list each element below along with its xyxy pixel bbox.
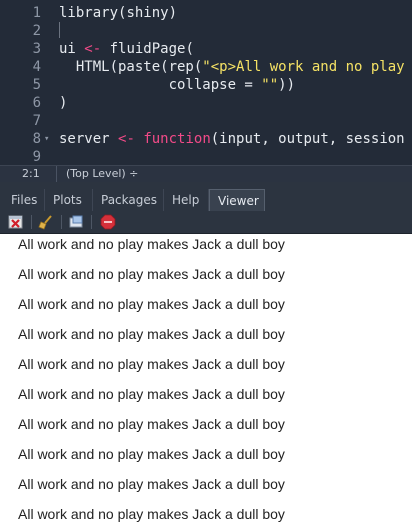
scope-selector[interactable]: (Top Level) ÷ bbox=[66, 167, 138, 180]
code-token: HTML(paste(rep( bbox=[59, 59, 203, 75]
toolbar-separator bbox=[91, 215, 92, 229]
code-token: fluidPage( bbox=[101, 41, 194, 57]
code-line[interactable]: 2 bbox=[0, 22, 412, 40]
line-number: 8 bbox=[32, 131, 41, 147]
code-text: ui <- fluidPage( bbox=[59, 40, 194, 58]
code-token: <- bbox=[84, 41, 102, 57]
cursor-position: 2:1 bbox=[22, 167, 40, 180]
code-line[interactable]: 5 collapse = "")) bbox=[0, 76, 412, 94]
viewer-toolbar bbox=[0, 211, 412, 234]
code-editor[interactable]: 1 library(shiny) 2 3 ui <- fluidPage(4 HTML(… bbox=[0, 0, 412, 165]
paragraph: All work and no play makes Jack a dull b… bbox=[18, 476, 285, 492]
paragraph: All work and no play makes Jack a dull b… bbox=[18, 236, 285, 252]
paragraph: All work and no play makes Jack a dull b… bbox=[18, 446, 285, 462]
viewer-content[interactable]: All work and no play makes Jack a dull b… bbox=[0, 234, 412, 527]
stop-icon[interactable] bbox=[100, 214, 116, 230]
code-text: library(shiny) bbox=[59, 4, 177, 22]
paragraph: All work and no play makes Jack a dull b… bbox=[18, 296, 285, 312]
code-line[interactable]: 7 bbox=[0, 112, 412, 130]
paragraph: All work and no play makes Jack a dull b… bbox=[18, 356, 285, 372]
code-token: shiny bbox=[126, 5, 169, 21]
paragraph: All work and no play makes Jack a dull b… bbox=[18, 266, 285, 282]
code-token: )) bbox=[278, 77, 296, 93]
code-line[interactable]: 4 HTML(paste(rep("<p>All work and no pla… bbox=[0, 58, 412, 76]
paragraph: All work and no play makes Jack a dull b… bbox=[18, 326, 285, 342]
line-number: 1 bbox=[32, 5, 41, 21]
paragraph: All work and no play makes Jack a dull b… bbox=[18, 386, 285, 402]
tab-help[interactable]: Help bbox=[164, 189, 209, 211]
indent-guide bbox=[59, 22, 60, 38]
code-token: "<p>All work and no play bbox=[202, 59, 405, 75]
code-token: collapse = bbox=[59, 77, 262, 93]
line-number: 3 bbox=[32, 41, 41, 57]
code-token: "" bbox=[261, 77, 279, 93]
editor-status-bar: 2:1 (Top Level) ÷ bbox=[0, 165, 412, 182]
code-token: library bbox=[59, 5, 119, 21]
tab-viewer[interactable]: Viewer bbox=[209, 189, 265, 211]
code-line[interactable]: 9 bbox=[0, 148, 412, 165]
paragraph: All work and no play makes Jack a dull b… bbox=[18, 416, 285, 432]
status-divider bbox=[56, 166, 57, 182]
code-text: server <- function(input, output, sessio… bbox=[59, 130, 405, 148]
code-text: collapse = "")) bbox=[59, 76, 295, 94]
code-token: function bbox=[143, 131, 211, 147]
code-token: <- bbox=[118, 131, 135, 147]
code-line[interactable]: 8 ▾ server <- function(input, output, sess… bbox=[0, 130, 412, 148]
line-number: 6 bbox=[32, 95, 41, 111]
tab-files[interactable]: Files bbox=[3, 189, 45, 211]
code-token: ) bbox=[59, 95, 68, 111]
toolbar-separator bbox=[61, 215, 62, 229]
code-line[interactable]: 3 ui <- fluidPage( bbox=[0, 40, 412, 58]
code-token: ) bbox=[168, 5, 178, 21]
paragraph: All work and no play makes Jack a dull b… bbox=[18, 506, 285, 522]
line-number: 7 bbox=[32, 113, 41, 129]
code-text: ) bbox=[59, 94, 67, 112]
code-line[interactable]: 1 library(shiny) bbox=[0, 4, 412, 22]
code-text: HTML(paste(rep("<p>All work and no play bbox=[59, 58, 405, 76]
code-token: server bbox=[59, 131, 119, 147]
broom-icon[interactable] bbox=[38, 214, 54, 230]
export-icon[interactable] bbox=[68, 214, 84, 230]
fold-arrow-icon[interactable]: ▾ bbox=[44, 130, 49, 148]
line-number: 5 bbox=[32, 77, 41, 93]
tab-packages[interactable]: Packages bbox=[93, 189, 164, 211]
tab-plots[interactable]: Plots bbox=[45, 189, 93, 211]
clear-viewer-icon[interactable] bbox=[8, 214, 24, 230]
code-token: (input, output, session bbox=[210, 131, 405, 147]
line-number: 2 bbox=[32, 23, 41, 39]
pane-tab-bar: Files Plots Packages Help Viewer bbox=[0, 187, 412, 212]
code-line[interactable]: 6) bbox=[0, 94, 412, 112]
line-number: 9 bbox=[32, 149, 41, 165]
line-number: 4 bbox=[32, 59, 41, 75]
toolbar-separator bbox=[31, 215, 32, 229]
code-token: ui bbox=[59, 41, 85, 57]
